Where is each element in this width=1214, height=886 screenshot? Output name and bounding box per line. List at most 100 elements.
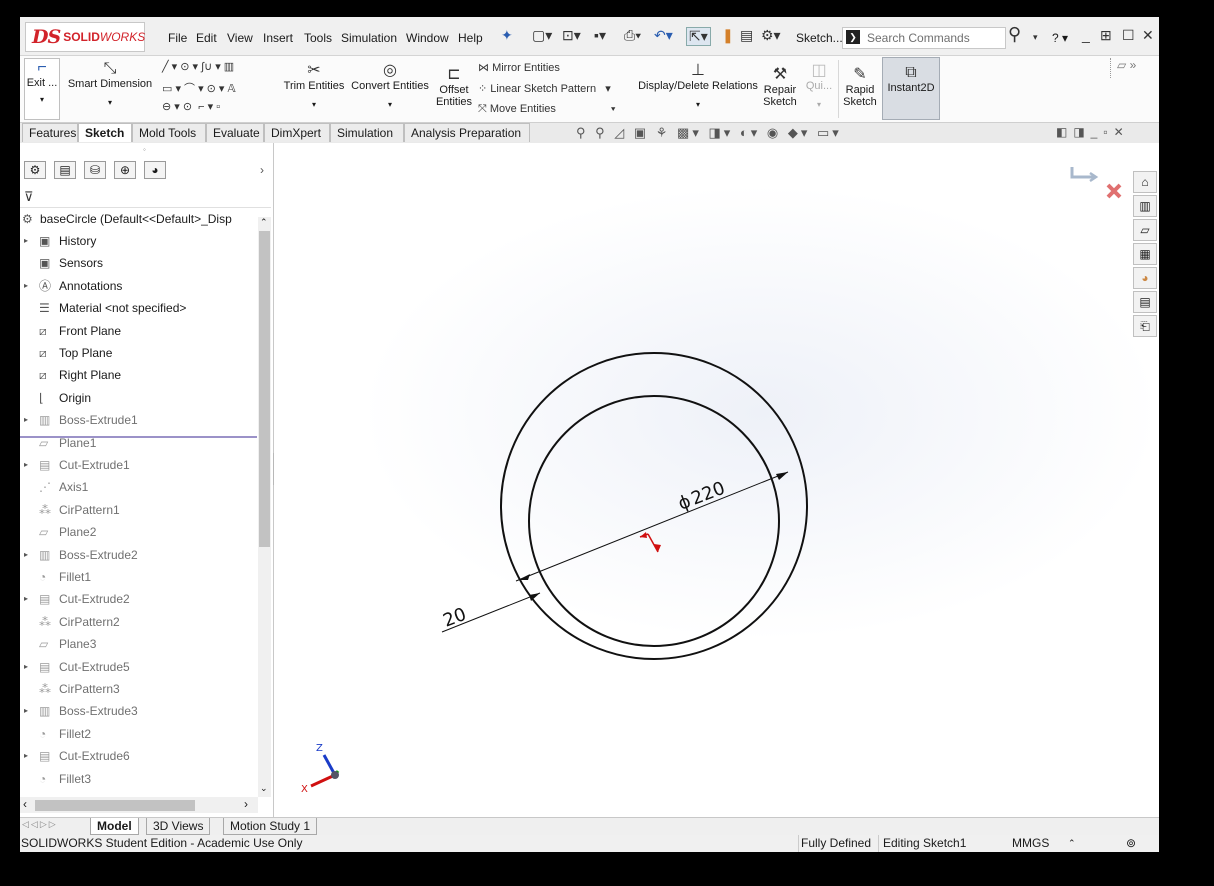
- rectangle-tools-row[interactable]: ▭ ▾ ⌒ ▾ ⊙ ▾ 𝔸: [162, 80, 236, 96]
- tab-evaluate[interactable]: Evaluate: [206, 123, 264, 142]
- tree-filter[interactable]: ⊽: [20, 187, 271, 208]
- smart-dimension-button[interactable]: ⤡ Smart Dimension ▾: [66, 60, 154, 107]
- viewport-window-controls[interactable]: ◧◨_▫✕: [1056, 125, 1130, 139]
- offset-dimension-label[interactable]: 20: [440, 604, 469, 632]
- design-library-icon[interactable]: ▥: [1133, 195, 1157, 217]
- open-icon[interactable]: ⊡▾: [562, 27, 581, 44]
- expand-chevron-icon[interactable]: ▸: [24, 276, 28, 296]
- menu-insert[interactable]: Insert: [263, 31, 293, 45]
- quick-snaps-chevron-icon[interactable]: ▾: [804, 100, 834, 109]
- menu-tools[interactable]: Tools: [304, 31, 332, 45]
- tree-horizontal-scrollbar[interactable]: ‹ ›: [20, 797, 258, 813]
- tab-features[interactable]: Features: [22, 123, 78, 142]
- repair-sketch-button[interactable]: ⚒ Repair Sketch: [762, 64, 798, 108]
- file-explorer-icon[interactable]: ▱: [1133, 219, 1157, 241]
- diameter-dimension-label[interactable]: ϕ 220: [675, 478, 728, 515]
- instant2d-button[interactable]: ⧉ Instant2D: [882, 57, 940, 120]
- print-icon[interactable]: ⎙▾: [624, 27, 641, 44]
- heads-up-view-toolbar[interactable]: ⚲ ⚲ ◿ ▣ ⚘ ▩▾ ◨▾ ◐▾ ◉ ◆▾ ▭▾: [576, 125, 842, 141]
- view-palette-icon[interactable]: ▦: [1133, 243, 1157, 265]
- relations-chevron-icon[interactable]: ▾: [636, 100, 760, 109]
- trim-chevron-icon[interactable]: ▾: [282, 100, 346, 109]
- rapid-sketch-button[interactable]: ✎ Rapid Sketch: [842, 64, 878, 108]
- undo-icon[interactable]: ↶▾: [654, 27, 673, 44]
- filter-icon[interactable]: ⊽: [24, 189, 34, 205]
- property-manager-tab-icon[interactable]: ▤: [54, 161, 76, 179]
- tab-dimxpert[interactable]: DimXpert: [264, 123, 330, 142]
- menu-help[interactable]: Help: [458, 31, 483, 45]
- expand-chevron-icon[interactable]: ▸: [24, 545, 28, 565]
- menu-view[interactable]: View: [227, 31, 253, 45]
- status-units[interactable]: MMGS: [1012, 835, 1049, 852]
- trim-entities-button[interactable]: ✂ Trim Entities ▾: [282, 60, 346, 109]
- exit-sketch-button[interactable]: ⌐ Exit ... ▾: [24, 58, 60, 120]
- scroll-right-chevron-icon[interactable]: ›: [244, 797, 248, 811]
- inner-circle[interactable]: [528, 395, 780, 647]
- diameter-dimension-line[interactable]: [515, 471, 789, 582]
- menu-edit[interactable]: Edit: [196, 31, 217, 45]
- confirmation-corner[interactable]: [1070, 167, 1122, 199]
- feature-manager-tab-icon[interactable]: ⚙: [24, 161, 46, 179]
- forum-icon[interactable]: ⎗: [1133, 315, 1157, 337]
- pin-icon[interactable]: ✦: [501, 27, 513, 44]
- minimize-icon[interactable]: _: [1082, 27, 1090, 43]
- graphics-area[interactable]: ϕ 220 20 Z X: [274, 143, 1159, 817]
- move-entities-button[interactable]: ⤧ Move Entities ▾: [478, 103, 616, 116]
- display-manager-tab-icon[interactable]: ◕: [144, 161, 166, 179]
- mirror-entities-button[interactable]: ⋈ Mirror Entities: [478, 61, 560, 74]
- appearances-icon[interactable]: ◕: [1133, 267, 1157, 289]
- tab-sketch[interactable]: Sketch: [78, 123, 132, 142]
- expand-chevron-icon[interactable]: ▸: [24, 455, 28, 475]
- tab-motion-study-1[interactable]: Motion Study 1: [223, 818, 318, 835]
- sketch-dropdown[interactable]: Sketch...: [796, 31, 843, 45]
- expand-chevron-icon[interactable]: ▸: [24, 657, 28, 677]
- configuration-manager-tab-icon[interactable]: ⛁: [84, 161, 106, 179]
- custom-properties-icon[interactable]: ▤: [1133, 291, 1157, 313]
- panel-expand-chevron-icon[interactable]: ›: [260, 163, 264, 177]
- quick-tips-icon[interactable]: ⊚: [1126, 835, 1136, 852]
- quick-snaps-button[interactable]: ◫ Qui... ▾: [804, 60, 834, 109]
- exit-dropdown-chevron-icon[interactable]: ▾: [25, 95, 59, 104]
- tab-analysis-preparation[interactable]: Analysis Preparation: [404, 123, 530, 142]
- expand-chevron-icon[interactable]: ▸: [24, 589, 28, 609]
- solidworks-logo[interactable]: DS SOLIDWORKS: [25, 22, 145, 52]
- new-document-icon[interactable]: ▢▾: [532, 27, 552, 44]
- search-commands[interactable]: ❯ Search Commands: [842, 27, 1006, 49]
- home-icon[interactable]: ⌂: [1133, 171, 1157, 193]
- tab-3d-views[interactable]: 3D Views: [146, 818, 211, 835]
- menu-window[interactable]: Window: [406, 31, 449, 45]
- cancel-sketch-icon[interactable]: [1106, 183, 1122, 199]
- file-properties-icon[interactable]: ▤: [740, 27, 753, 44]
- units-chevron-icon[interactable]: ⌃: [1068, 835, 1076, 852]
- expand-chevron-icon[interactable]: ▸: [24, 701, 28, 721]
- scroll-left-chevron-icon[interactable]: ‹: [23, 797, 27, 811]
- tree-vertical-scrollbar[interactable]: ⌃ ⌄: [258, 217, 271, 797]
- rollback-bar[interactable]: [20, 436, 257, 438]
- help-button[interactable]: ? ▾: [1052, 31, 1068, 45]
- smart-dimension-chevron-icon[interactable]: ▾: [66, 98, 154, 107]
- close-icon[interactable]: ✕: [1142, 27, 1154, 44]
- search-dropdown-chevron-icon[interactable]: ▾: [1033, 32, 1038, 43]
- maximize-icon[interactable]: ☐: [1122, 27, 1135, 44]
- search-icon[interactable]: ⚲: [1008, 24, 1021, 45]
- tile-icon[interactable]: ⊞: [1100, 27, 1112, 44]
- options-gear-icon[interactable]: ⚙▾: [761, 27, 781, 44]
- menu-file[interactable]: File: [168, 31, 187, 45]
- ribbon-options[interactable]: ▱ »: [1110, 58, 1159, 78]
- dimxpert-manager-tab-icon[interactable]: ⊕: [114, 161, 136, 179]
- tab-model[interactable]: Model: [90, 818, 139, 835]
- outer-circle[interactable]: [500, 352, 808, 660]
- vertical-scroll-thumb[interactable]: [259, 231, 270, 547]
- tab-simulation[interactable]: Simulation: [330, 123, 404, 142]
- menu-simulation[interactable]: Simulation: [341, 31, 397, 45]
- convert-entities-button[interactable]: ◎ Convert Entities ▾: [350, 60, 430, 109]
- select-icon[interactable]: ⇱▾: [686, 27, 711, 46]
- expand-chevron-icon[interactable]: ▸: [24, 410, 28, 430]
- expand-chevron-icon[interactable]: ▸: [24, 746, 28, 766]
- scroll-down-chevron-icon[interactable]: ⌄: [260, 783, 268, 794]
- save-icon[interactable]: ▪▾: [594, 27, 606, 44]
- rebuild-icon[interactable]: ❚: [722, 27, 734, 44]
- offset-entities-button[interactable]: ⊏ Offset Entities: [434, 64, 474, 108]
- slot-tools-row[interactable]: ⊖ ▾ ⊙ ⌐ ▾ ▫: [162, 100, 220, 113]
- convert-chevron-icon[interactable]: ▾: [350, 100, 430, 109]
